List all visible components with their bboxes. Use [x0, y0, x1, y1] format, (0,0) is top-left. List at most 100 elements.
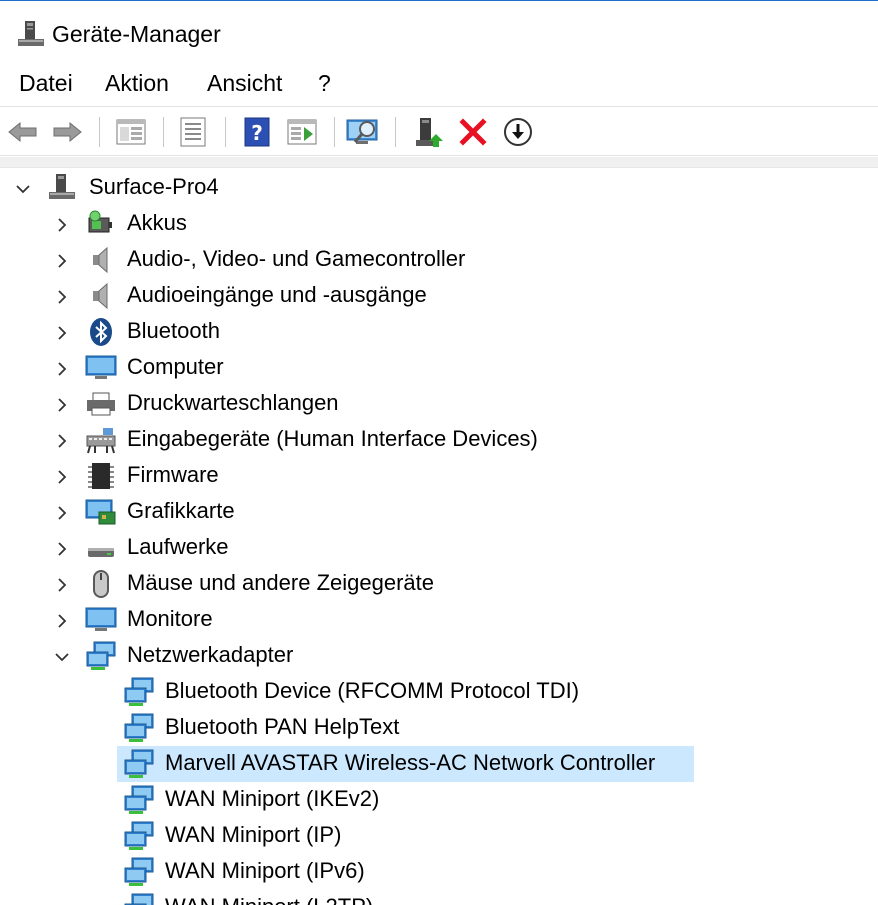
category-label: Firmware: [127, 462, 219, 487]
menu-bar: Datei Aktion Ansicht ?: [0, 66, 878, 100]
device-label: Bluetooth PAN HelpText: [165, 714, 400, 739]
chevron-right-icon[interactable]: [53, 540, 71, 558]
device-wan-miniport-ip[interactable]: WAN Miniport (IP): [0, 818, 878, 854]
properties-button[interactable]: [176, 115, 210, 149]
category-label: Monitore: [127, 606, 213, 631]
scan-hardware-icon: [346, 119, 378, 144]
device-tree: Surface-Pro4 Akkus Audio-, Video- und Ga…: [0, 168, 878, 905]
category-label: Audioeingänge und -ausgänge: [127, 282, 427, 307]
download-button[interactable]: [501, 115, 535, 149]
chevron-down-icon[interactable]: [53, 648, 71, 666]
monitor-icon: [85, 607, 117, 631]
show-hide-tree-button[interactable]: [114, 115, 148, 149]
device-wan-miniport-l2tp[interactable]: WAN Miniport (L2TP): [0, 890, 878, 905]
action-pane-button[interactable]: [285, 115, 319, 149]
device-marvell-avastar-selected[interactable]: Marvell AVASTAR Wireless-AC Network Cont…: [117, 746, 694, 782]
network-adapter-icon: [124, 893, 154, 905]
title-bar: Geräte-Manager: [0, 0, 878, 62]
category-label: Netzwerkadapter: [127, 642, 294, 667]
chevron-right-icon[interactable]: [53, 432, 71, 450]
category-akkus[interactable]: Akkus: [0, 206, 878, 242]
scan-hardware-button[interactable]: [346, 115, 380, 149]
speaker-icon: [93, 282, 108, 310]
category-label: Audio-, Video- und Gamecontroller: [127, 246, 466, 271]
category-laufwerke[interactable]: Laufwerke: [0, 530, 878, 566]
category-grafikkarte[interactable]: Grafikkarte: [0, 494, 878, 530]
device-label: WAN Miniport (L2TP): [161, 890, 377, 905]
drive-icon: [88, 548, 114, 557]
uninstall-device-button[interactable]: [456, 115, 490, 149]
chevron-right-icon[interactable]: [53, 612, 71, 630]
mouse-icon: [93, 570, 109, 598]
category-label: Druckwarteschlangen: [127, 390, 339, 415]
category-monitore[interactable]: Monitore: [0, 602, 878, 638]
menu-aktion[interactable]: Aktion: [105, 66, 169, 100]
monitor-icon: [85, 355, 117, 379]
menu-ansicht[interactable]: Ansicht: [207, 66, 282, 100]
toolbar-separator: [99, 117, 100, 147]
chevron-right-icon[interactable]: [53, 252, 71, 270]
menu-help[interactable]: ?: [318, 66, 331, 100]
toolbar-separator: [163, 117, 164, 147]
chevron-right-icon[interactable]: [53, 216, 71, 234]
toolbar: ?: [0, 106, 878, 156]
chevron-right-icon[interactable]: [53, 504, 71, 522]
device-label: Bluetooth Device (RFCOMM Protocol TDI): [165, 678, 580, 703]
category-label: Laufwerke: [127, 534, 229, 559]
toolbar-separator: [334, 117, 335, 147]
chevron-right-icon[interactable]: [53, 360, 71, 378]
forward-arrow-icon: [53, 121, 82, 143]
category-audio-video-gamecontroller[interactable]: Audio-, Video- und Gamecontroller: [0, 242, 878, 278]
back-button[interactable]: [6, 115, 40, 149]
category-computer[interactable]: Computer: [0, 350, 878, 386]
device-bluetooth-rfcomm[interactable]: Bluetooth Device (RFCOMM Protocol TDI): [0, 674, 878, 710]
device-manager-icon: [18, 21, 44, 46]
forward-button[interactable]: [50, 115, 84, 149]
device-label: Marvell AVASTAR Wireless-AC Network Cont…: [165, 750, 656, 775]
category-label: Grafikkarte: [127, 498, 235, 523]
svg-text:?: ?: [251, 121, 263, 145]
device-bluetooth-pan[interactable]: Bluetooth PAN HelpText: [0, 710, 878, 746]
chevron-down-icon[interactable]: [14, 180, 32, 198]
download-icon: [504, 118, 532, 146]
device-label: WAN Miniport (IP): [165, 822, 342, 847]
battery-icon: [88, 210, 112, 233]
computer-tower-icon: [49, 174, 75, 199]
hid-icon: [86, 428, 116, 454]
category-firmware[interactable]: Firmware: [0, 458, 878, 494]
toolbar-separator: [225, 117, 226, 147]
chevron-right-icon[interactable]: [53, 324, 71, 342]
device-label: WAN Miniport (IKEv2): [165, 786, 380, 811]
update-driver-button[interactable]: [412, 115, 446, 149]
action-pane-icon: [287, 119, 317, 145]
network-adapter-icon: [124, 749, 154, 778]
device-wan-miniport-ikev2[interactable]: WAN Miniport (IKEv2): [0, 782, 878, 818]
category-eingabegeraete[interactable]: Eingabegeräte (Human Interface Devices): [0, 422, 878, 458]
category-label: Mäuse und andere Zeigegeräte: [127, 570, 434, 595]
menu-datei[interactable]: Datei: [19, 66, 73, 100]
display-adapter-icon: [85, 499, 116, 525]
chevron-right-icon[interactable]: [53, 576, 71, 594]
uninstall-device-icon: [459, 118, 487, 146]
network-adapter-icon: [86, 641, 116, 670]
category-bluetooth[interactable]: Bluetooth: [0, 314, 878, 350]
chevron-right-icon[interactable]: [53, 288, 71, 306]
help-button[interactable]: ?: [240, 115, 274, 149]
network-adapter-icon: [124, 677, 154, 706]
category-label: Computer: [127, 354, 224, 379]
tree-root-surface-pro4[interactable]: Surface-Pro4: [0, 170, 878, 206]
network-adapter-icon: [124, 857, 154, 886]
category-druckwarteschlangen[interactable]: Druckwarteschlangen: [0, 386, 878, 422]
device-wan-miniport-ipv6[interactable]: WAN Miniport (IPv6): [0, 854, 878, 890]
category-netzwerkadapter[interactable]: Netzwerkadapter: [0, 638, 878, 674]
update-driver-icon: [416, 118, 443, 147]
chevron-right-icon[interactable]: [53, 396, 71, 414]
chevron-right-icon[interactable]: [53, 468, 71, 486]
toolbar-separator: [395, 117, 396, 147]
category-maeuse[interactable]: Mäuse und andere Zeigegeräte: [0, 566, 878, 602]
pane-divider: [0, 157, 878, 168]
printer-icon: [87, 392, 115, 416]
category-audioeingaenge[interactable]: Audioeingänge und -ausgänge: [0, 278, 878, 314]
network-adapter-icon: [124, 821, 154, 850]
tree-root-label: Surface-Pro4: [89, 174, 219, 199]
